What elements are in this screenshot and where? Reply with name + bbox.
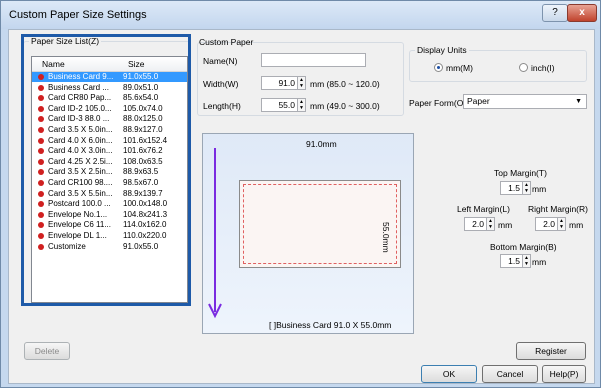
name-label: Name(N) xyxy=(203,56,238,66)
left-margin-input[interactable]: 2.0 xyxy=(464,217,487,231)
mm-radio-label[interactable]: mm(M) xyxy=(446,63,473,73)
right-margin-spinner[interactable]: ▲ ▼ xyxy=(557,217,566,231)
dialog-window: Custom Paper Size Settings ? x Paper Siz… xyxy=(0,0,601,388)
width-range-text: mm (85.0 ~ 120.0) xyxy=(310,79,380,89)
preview-caption: [ ]Business Card 91.0 X 55.0mm xyxy=(269,320,392,330)
bottom-margin-unit: mm xyxy=(532,257,547,267)
top-margin-label: Top Margin(T) xyxy=(494,168,547,178)
paper-form-value: Paper xyxy=(467,96,490,106)
delete-button[interactable]: Delete xyxy=(24,342,70,360)
name-input[interactable] xyxy=(261,53,366,67)
help-icon[interactable]: ? xyxy=(542,4,568,22)
width-spinner[interactable]: ▲ ▼ xyxy=(297,76,306,90)
right-margin-input[interactable]: 2.0 xyxy=(535,217,558,231)
length-label: Length(H) xyxy=(203,101,241,111)
paper-preview: 91.0mm 55.0mm [ ]Business Card 91.0 X 55… xyxy=(202,133,414,334)
window-title: Custom Paper Size Settings xyxy=(9,9,147,21)
top-margin-spinner[interactable]: ▲ ▼ xyxy=(522,181,531,195)
preview-height-text: 55.0mm xyxy=(381,222,391,253)
highlight-box xyxy=(21,34,191,306)
length-input[interactable]: 55.0 xyxy=(261,98,298,112)
right-margin-label: Right Margin(R) xyxy=(528,204,588,214)
chevron-down-icon[interactable]: ▼ xyxy=(575,95,582,108)
custom-paper-label: Custom Paper xyxy=(199,37,254,47)
dialog-client-area: Paper Size List(Z) Name Size Business Ca… xyxy=(8,29,595,384)
width-label: Width(W) xyxy=(203,79,239,89)
top-margin-input[interactable]: 1.5 xyxy=(500,181,523,195)
title-bar[interactable]: Custom Paper Size Settings ? x xyxy=(1,1,600,29)
inch-radio[interactable] xyxy=(519,63,528,72)
right-margin-unit: mm xyxy=(569,220,584,230)
paper-shape xyxy=(239,180,401,268)
mm-radio[interactable] xyxy=(434,63,443,72)
bottom-margin-input[interactable]: 1.5 xyxy=(500,254,523,268)
paper-form-label: Paper Form(O) xyxy=(409,98,467,108)
margin-outline xyxy=(243,184,397,264)
register-button[interactable]: Register xyxy=(516,342,586,360)
close-icon[interactable]: x xyxy=(567,4,597,22)
inch-radio-label[interactable]: inch(I) xyxy=(531,63,555,73)
preview-width-text: 91.0mm xyxy=(306,139,337,149)
cancel-button[interactable]: Cancel xyxy=(482,365,538,383)
top-margin-unit: mm xyxy=(532,184,547,194)
left-margin-spinner[interactable]: ▲ ▼ xyxy=(486,217,495,231)
left-margin-unit: mm xyxy=(498,220,513,230)
bottom-margin-label: Bottom Margin(B) xyxy=(490,242,557,252)
length-range-text: mm (49.0 ~ 300.0) xyxy=(310,101,380,111)
feed-direction-arrow-icon xyxy=(208,148,222,319)
ok-button[interactable]: OK xyxy=(421,365,477,383)
bottom-margin-spinner[interactable]: ▲ ▼ xyxy=(522,254,531,268)
length-spinner[interactable]: ▲ ▼ xyxy=(297,98,306,112)
left-margin-label: Left Margin(L) xyxy=(457,204,510,214)
paper-form-select[interactable]: Paper ▼ xyxy=(463,94,587,109)
help-button[interactable]: Help(P) xyxy=(542,365,586,383)
width-input[interactable]: 91.0 xyxy=(261,76,298,90)
display-units-label: Display Units xyxy=(415,45,469,55)
